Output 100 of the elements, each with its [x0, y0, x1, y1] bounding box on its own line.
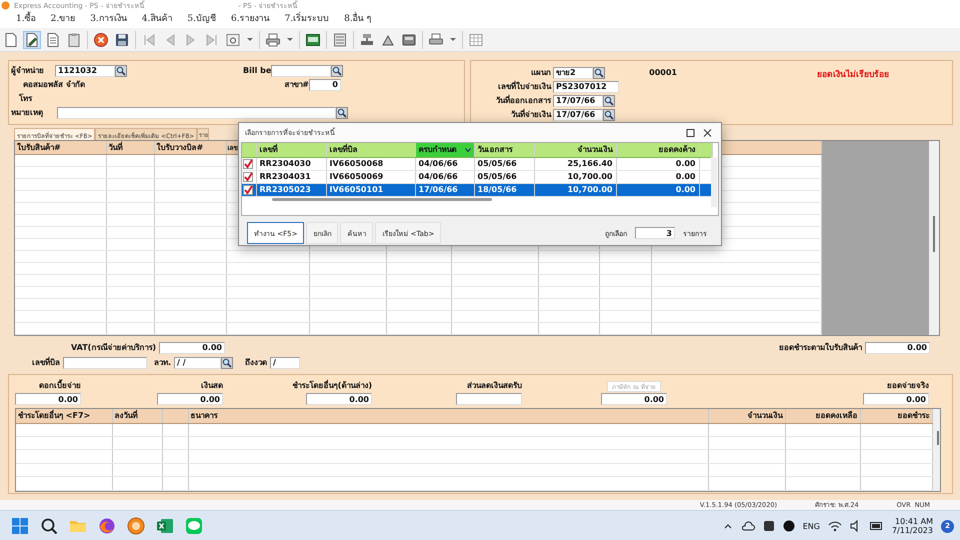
column-header: ลงวันที่: [112, 409, 162, 424]
scrollbar-thumb[interactable]: [933, 216, 935, 252]
input-field[interactable]: 3: [635, 227, 675, 239]
column-header: ยอดคงเหลือ: [785, 409, 860, 424]
menu-item[interactable]: 7.เริ่มระบบ: [284, 10, 330, 28]
search-icon[interactable]: [39, 516, 59, 536]
notepad-icon[interactable]: [45, 32, 61, 48]
search-icon[interactable]: [603, 94, 615, 106]
tray-app-icon[interactable]: [762, 520, 775, 532]
find-window-icon[interactable]: [225, 32, 241, 48]
supplier-name: คอสมอพลัส จำกัด: [22, 79, 86, 91]
checkbox[interactable]: [243, 184, 253, 194]
scrollbar-thumb[interactable]: [936, 431, 938, 445]
input-field[interactable]: 0.00: [15, 393, 81, 405]
input-field[interactable]: [271, 64, 331, 76]
input-field[interactable]: [456, 393, 522, 405]
table-row[interactable]: RR2305023 IV66050101 17/06/66 18/05/66 10,700.00 0.00: [242, 183, 712, 196]
cancel-icon[interactable]: [93, 32, 109, 48]
field-label: หมายเหตุ: [11, 107, 44, 119]
column-header: วันที่: [106, 141, 154, 154]
language-indicator[interactable]: ENG: [802, 522, 820, 530]
table-cell: IV66050069: [326, 170, 415, 183]
input-field[interactable]: /: [270, 356, 300, 368]
checkbox[interactable]: [243, 158, 253, 168]
tray-circle-icon[interactable]: [782, 520, 795, 532]
menu-item[interactable]: 8.อื่น ๆ: [344, 10, 372, 28]
field-label: แผนก: [530, 67, 551, 79]
grid-icon[interactable]: [468, 32, 484, 48]
input-field[interactable]: / /: [174, 356, 221, 368]
field-label: ยอดชำระตามใบรับสินค้า: [779, 342, 862, 354]
table-cell: 10,700.00: [534, 183, 616, 196]
clipboard-icon[interactable]: [66, 32, 82, 48]
stamp-icon[interactable]: [359, 32, 375, 48]
table-cell: RR2304031: [256, 170, 326, 183]
field-label: เลขที่ใบจ่ายเงิน: [497, 80, 551, 93]
input-field[interactable]: 0.00: [306, 393, 372, 405]
field-label: เงินสด: [201, 380, 223, 392]
input-field[interactable]: 1121032: [55, 64, 115, 76]
input-field[interactable]: 0: [309, 78, 341, 90]
spreadsheet-icon[interactable]: [155, 516, 175, 536]
menu-item[interactable]: 2.ขาย: [50, 10, 76, 28]
table-row[interactable]: RR2304030 IV66050068 04/06/66 05/05/66 25,166.40 0.00: [242, 157, 712, 170]
printer-icon[interactable]: [265, 32, 281, 48]
input-field[interactable]: ขาย2: [553, 66, 593, 78]
battery-icon[interactable]: [870, 521, 884, 531]
column-header[interactable]: เลขที่: [256, 143, 326, 157]
input-field[interactable]: 0.00: [865, 342, 930, 354]
table-cell: IV66050068: [326, 157, 415, 170]
table-cell: 0.00: [616, 170, 699, 183]
table-cell: RR2304030: [256, 157, 326, 170]
cloud-icon[interactable]: [740, 520, 755, 532]
input-field[interactable]: [63, 356, 147, 368]
search-icon[interactable]: [115, 64, 127, 76]
column-header[interactable]: ครบกำหนด: [415, 143, 474, 157]
table-cell: 10,700.00: [534, 170, 616, 183]
search-icon[interactable]: [336, 106, 348, 118]
wifi-icon[interactable]: [828, 520, 842, 532]
search-icon[interactable]: [331, 64, 343, 76]
new-document-icon[interactable]: [3, 32, 19, 48]
start-icon[interactable]: [10, 516, 30, 536]
input-field[interactable]: 0.00: [157, 393, 223, 405]
search-icon[interactable]: [593, 66, 605, 78]
column-header: ใบรับสินค้า#: [15, 141, 106, 154]
field-label: ชำระโดยอื่นๆ(ด้านล่าง): [292, 379, 372, 392]
field-label: Bill be: [243, 66, 271, 75]
menu-item[interactable]: 1.ซื้อ: [16, 10, 36, 28]
field-label: โทร: [18, 92, 32, 105]
browser-icon[interactable]: [97, 516, 117, 536]
input-field[interactable]: 0.00: [159, 342, 225, 354]
search-icon[interactable]: [221, 356, 233, 368]
table-row[interactable]: RR2304031 IV66050069 04/06/66 05/05/66 10,700.00 0.00: [242, 170, 712, 183]
column-header[interactable]: เลขที่บิล: [326, 143, 415, 157]
checkbox[interactable]: [243, 172, 253, 182]
field-label: เลขที่บิล: [31, 356, 60, 369]
input-field[interactable]: [57, 106, 336, 118]
input-field[interactable]: 17/07/66: [553, 94, 603, 106]
menu-item[interactable]: 3.การเงิน: [90, 10, 127, 28]
edit-document-icon[interactable]: [24, 32, 40, 48]
input-field[interactable]: 17/07/66: [553, 108, 603, 120]
input-field[interactable]: PS2307012: [553, 80, 619, 92]
column-header[interactable]: ยอดคงค้าง: [616, 143, 699, 157]
column-header[interactable]: วันเอกสาร: [474, 143, 534, 157]
department-code: 00001: [648, 68, 677, 77]
screen-icon[interactable]: [305, 32, 321, 48]
report-icon[interactable]: [332, 32, 348, 48]
column-header[interactable]: จำนวนเงิน: [534, 143, 616, 157]
field-label: วันที่จ่ายเงิน: [510, 108, 551, 121]
table-cell: 25,166.40: [534, 157, 616, 170]
table-cell: 18/05/66: [474, 183, 534, 196]
field-label: VAT(กรณีจ่ายค่าบริการ): [70, 342, 156, 354]
menu-item[interactable]: 4.สินค้า: [142, 10, 172, 28]
app-icon[interactable]: [126, 516, 146, 536]
input-field[interactable]: 0.00: [863, 393, 929, 405]
search-icon[interactable]: [603, 108, 615, 120]
save-icon[interactable]: [114, 32, 130, 48]
table-cell: 04/06/66: [415, 157, 474, 170]
menu-item[interactable]: 5.บัญชี: [187, 10, 216, 28]
menu-item[interactable]: 6.รายงาน: [230, 10, 270, 28]
scrollbar-thumb[interactable]: [272, 198, 492, 201]
clock-time: 10:41 AM: [895, 517, 933, 526]
